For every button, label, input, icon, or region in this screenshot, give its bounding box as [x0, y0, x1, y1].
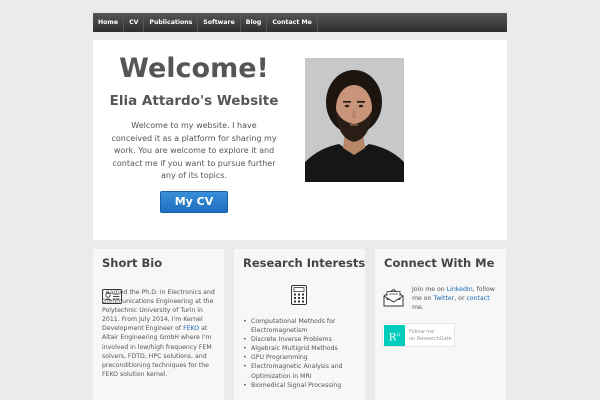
short-bio-text: I earned the Ph.D. in Electronics and Co…: [102, 288, 218, 379]
research-interests-list: Computational Methods for Electromagneti…: [242, 317, 360, 390]
my-cv-button[interactable]: My CV: [160, 191, 228, 213]
list-item: GPU Programming: [242, 353, 360, 362]
envelope-icon: [383, 288, 404, 307]
list-item: Biomedical Signal Processing: [242, 381, 360, 390]
twitter-link[interactable]: Twitter: [433, 295, 454, 302]
connect-text-1: Join me on: [412, 286, 447, 293]
nav-software[interactable]: Software: [198, 13, 241, 32]
connect-text-4: me.: [412, 304, 424, 312]
calculator-icon: [291, 285, 307, 305]
connect-text: Join me on LinkedIn, follow me on Twitte…: [412, 285, 500, 312]
short-bio-title: Short Bio: [102, 256, 163, 270]
researchgate-line-2: on ResearchGate: [409, 335, 452, 342]
linkedin-link[interactable]: LinkedIn: [447, 286, 473, 293]
list-item: Electromagnetic Analysis and Optimizatio…: [242, 362, 360, 380]
nav-home[interactable]: Home: [93, 13, 125, 32]
researchgate-label: Follow me on ResearchGate: [409, 329, 452, 342]
connect-title: Connect With Me: [384, 256, 495, 270]
short-bio-card: Short Bio I earned the Ph.D. in Electron…: [93, 249, 224, 400]
intro-text: Welcome to my website. I have conceived …: [111, 121, 277, 180]
connect-text-3: , or: [454, 295, 467, 303]
profile-portrait-graphic: [305, 58, 404, 182]
site-subtitle: Elia Attardo's Website: [109, 93, 279, 109]
researchgate-logo-icon: RG: [384, 325, 405, 346]
list-item: Computational Methods for Electromagneti…: [242, 317, 360, 335]
researchgate-follow-badge[interactable]: RG Follow me on ResearchGate: [382, 323, 455, 347]
top-navbar: Home CV Publications Software Blog Conta…: [93, 13, 507, 32]
profile-photo: [305, 58, 404, 182]
list-item: Discrete Inverse Problems: [242, 335, 360, 344]
list-item: Algebraic Multigrid Methods: [242, 344, 360, 353]
hero-panel: Welcome! Elia Attardo's Website Welcome …: [93, 40, 507, 240]
nav-publications[interactable]: Publications: [144, 13, 199, 32]
feko-link[interactable]: FEKO: [183, 325, 199, 332]
research-interests-card: Research Interests Computational Methods…: [234, 249, 365, 400]
nav-contact-me[interactable]: Contact Me: [267, 13, 318, 32]
welcome-heading: Welcome!: [119, 53, 269, 84]
bio-text-part2: at Altair Engineering GmbH where I'm inv…: [102, 325, 212, 378]
connect-card: Connect With Me Join me on LinkedIn, fol…: [375, 249, 506, 400]
nav-blog[interactable]: Blog: [241, 13, 268, 32]
research-interests-title: Research Interests: [243, 256, 366, 270]
nav-cv[interactable]: CV: [124, 13, 145, 32]
contact-link[interactable]: contact: [466, 295, 489, 302]
